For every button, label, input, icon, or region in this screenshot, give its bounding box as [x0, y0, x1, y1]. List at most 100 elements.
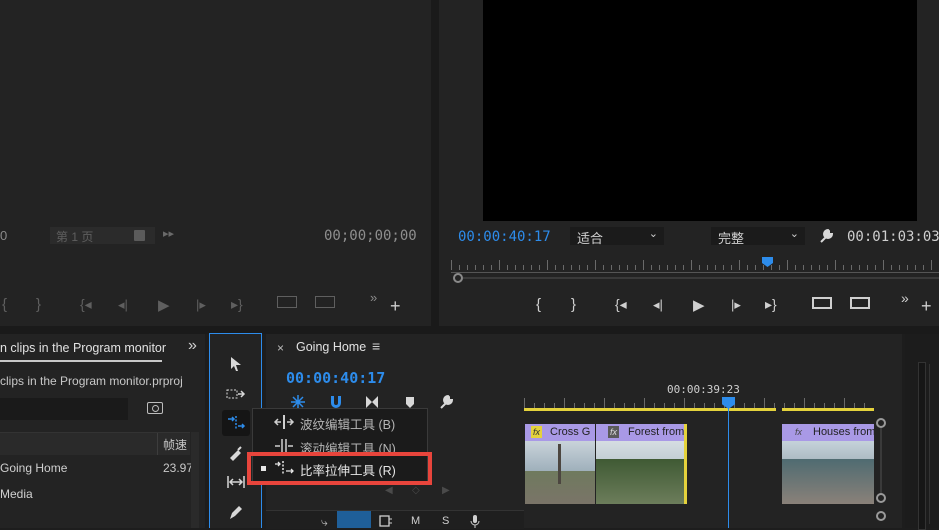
track-scroll-top[interactable] — [876, 418, 886, 428]
track-select-tool-icon[interactable] — [226, 386, 246, 402]
play-icon[interactable]: ▶ — [693, 296, 705, 314]
pen-tool-icon[interactable] — [228, 504, 244, 520]
clip-thumbnail-sky — [782, 441, 874, 459]
go-to-in-icon[interactable]: {◂ — [80, 296, 92, 313]
add-button-icon[interactable]: + — [390, 296, 401, 317]
chevron-down-icon: ⌄ — [789, 228, 799, 240]
project-tab[interactable]: n clips in the Program monitor — [0, 341, 166, 355]
program-time-ruler[interactable] — [451, 260, 939, 273]
clip-houses[interactable]: fx Houses from — [782, 424, 874, 504]
quality-select[interactable]: 完整 ⌄ — [711, 227, 805, 246]
program-duration: 00:01:03:03 — [847, 229, 939, 245]
ruler-tick — [627, 265, 628, 270]
frame-rate-header[interactable]: 帧速 — [163, 436, 187, 453]
work-area-bar[interactable] — [524, 408, 874, 411]
ruler-tick — [531, 265, 532, 270]
razor-tool-icon[interactable] — [228, 446, 244, 462]
track-target-button[interactable] — [337, 511, 371, 528]
step-back-icon[interactable]: ◂| — [653, 297, 663, 313]
lift-icon[interactable] — [812, 297, 832, 309]
step-back-icon[interactable]: ◂| — [118, 297, 128, 313]
more-controls-icon[interactable]: » — [901, 290, 909, 306]
find-icon[interactable] — [147, 402, 163, 414]
ruler-tick — [491, 265, 492, 270]
go-to-in-icon[interactable]: {◂ — [615, 296, 627, 313]
page-stepper-icon[interactable] — [134, 230, 145, 241]
page-field[interactable]: 第 1 页 — [50, 227, 155, 244]
add-keyframe-icon[interactable]: ◇ — [412, 485, 420, 496]
ruler-tick — [891, 265, 892, 270]
ruler-tick — [524, 398, 525, 408]
project-item-row[interactable]: Going Home 23.97 — [0, 458, 194, 480]
project-panel: n clips in the Program monitor » clips i… — [0, 334, 205, 528]
ruler-tick — [555, 265, 556, 270]
timeline-timecode[interactable]: 00:00:40:17 — [286, 369, 385, 387]
panel-overflow-icon[interactable]: » — [188, 337, 197, 355]
slip-tool-icon[interactable] — [226, 474, 246, 490]
track-scroll-bottom-2[interactable] — [876, 511, 886, 521]
program-timecode[interactable]: 00:00:40:17 — [458, 229, 551, 245]
ruler-tick — [683, 265, 684, 270]
next-page-icon[interactable]: ▸▸ — [163, 227, 174, 240]
clip-houses-label: Houses from — [813, 426, 874, 438]
go-to-out-icon[interactable]: ▸} — [231, 296, 243, 313]
project-item-name: Going Home — [0, 461, 68, 475]
ruler-tick — [604, 398, 605, 408]
project-search-input[interactable] — [0, 398, 128, 420]
prev-keyframe-icon[interactable]: ◀ — [385, 485, 393, 496]
tab-menu-icon[interactable]: ≡ — [372, 338, 380, 354]
zoom-scrollbar[interactable] — [453, 273, 939, 283]
timeline-playhead-line — [728, 408, 729, 528]
ripple-tool-button-active[interactable] — [222, 410, 250, 436]
ruler-tick — [731, 265, 732, 270]
ruler-tick — [451, 260, 452, 270]
project-item-rate: 23.97 — [163, 461, 194, 475]
menu-item-ripple-edit[interactable]: 波纹编辑工具 (B) — [253, 411, 427, 433]
timeline-settings-wrench-icon[interactable] — [438, 394, 454, 410]
selection-tool-icon[interactable] — [228, 356, 244, 372]
close-tab-icon[interactable]: × — [277, 341, 284, 355]
more-controls-icon[interactable]: » — [370, 290, 377, 305]
ruler-tick — [907, 265, 908, 270]
step-forward-icon[interactable]: |▸ — [731, 297, 741, 313]
clip-cross[interactable]: fx Cross G — [525, 424, 595, 504]
ruler-tick — [684, 398, 685, 408]
ruler-tick — [723, 265, 724, 270]
step-forward-icon[interactable]: |▸ — [196, 297, 206, 313]
extract-icon[interactable] — [850, 297, 870, 309]
overwrite-icon[interactable] — [315, 296, 335, 308]
add-button-icon[interactable]: + — [921, 296, 932, 317]
solo-track-button[interactable]: S — [442, 515, 449, 527]
clip-forest[interactable]: fx Forest from — [596, 424, 687, 504]
project-column-header: 帧速 — [0, 432, 190, 455]
timeline-tab-title[interactable]: Going Home — [296, 340, 366, 354]
mark-in-icon[interactable]: { — [2, 296, 7, 313]
ruler-tick — [643, 260, 644, 270]
clip-thumbnail-town — [782, 459, 874, 504]
project-scrollbar[interactable] — [191, 432, 199, 528]
mark-in-icon[interactable]: { — [536, 296, 541, 313]
ruler-tick — [547, 260, 548, 270]
fit-select[interactable]: 适合 ⌄ — [570, 227, 664, 246]
page-field-label: 第 1 页 — [56, 230, 94, 244]
insert-icon[interactable] — [277, 296, 297, 308]
next-keyframe-icon[interactable]: ▶ — [442, 485, 450, 496]
ruler-tick — [611, 265, 612, 270]
track-scroll-line — [880, 428, 882, 494]
project-item-row[interactable]: Media — [0, 484, 190, 506]
track-scroll-bottom[interactable] — [876, 493, 886, 503]
mute-track-button[interactable]: M — [411, 515, 420, 527]
ruler-tick — [843, 265, 844, 270]
wrench-icon[interactable] — [818, 228, 834, 244]
menu-item-label: 波纹编辑工具 (B) — [300, 418, 396, 432]
mark-out-icon[interactable]: } — [36, 296, 41, 313]
go-to-out-icon[interactable]: ▸} — [765, 296, 777, 313]
toggle-track-output-icon[interactable] — [379, 515, 393, 527]
ruler-tick — [539, 265, 540, 270]
mark-out-icon[interactable]: } — [571, 296, 576, 313]
ruler-tick — [564, 398, 565, 408]
audio-meter-bar — [918, 362, 926, 530]
play-icon[interactable]: ▶ — [158, 296, 170, 314]
voiceover-mic-icon[interactable] — [469, 515, 481, 528]
ruler-tick — [739, 260, 740, 270]
